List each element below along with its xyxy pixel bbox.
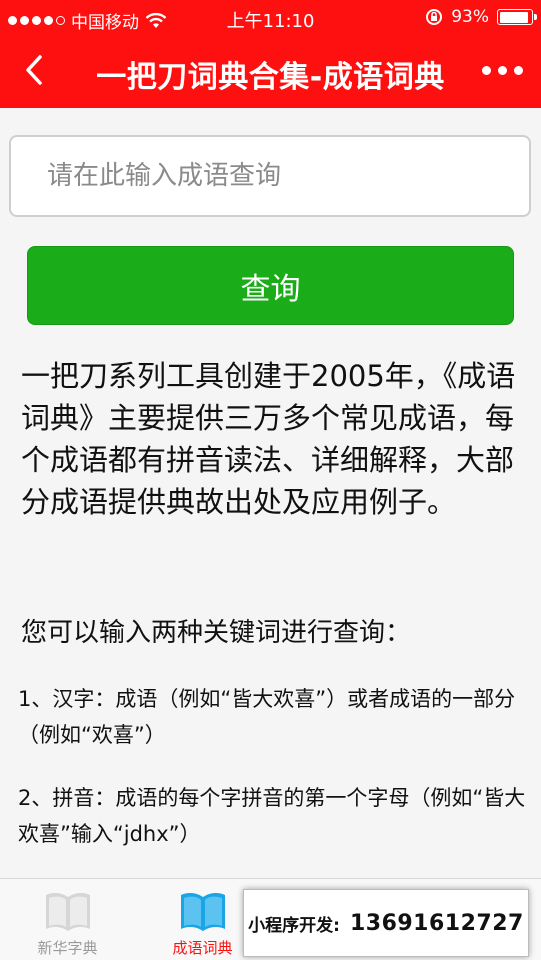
developer-phone: 13691612727	[349, 910, 524, 936]
tip-pinyin: 2、拼音：成语的每个字拼音的第一个字母（例如“皆大欢喜”输入“jdhx”）	[18, 786, 526, 846]
tip-chinese: 1、汉字：成语（例如“皆大欢喜”）或者成语的一部分（例如“欢喜”）	[18, 687, 516, 747]
rotation-lock-icon	[426, 9, 443, 25]
nav-bar: 一把刀词典合集-成语词典	[0, 34, 541, 108]
query-button[interactable]: 查询	[27, 246, 514, 325]
status-bar: 中国移动 上午11:10 93%	[0, 0, 541, 34]
book-icon	[45, 892, 90, 931]
battery-percent: 93%	[451, 7, 489, 27]
page-title: 一把刀词典合集-成语词典	[96, 60, 445, 95]
intro-text: 一把刀系列工具创建于2005年，《成语词典》主要提供三万多个常见成语，每个成语都…	[21, 359, 516, 519]
status-right: 93%	[425, 7, 537, 27]
more-dot-icon	[514, 65, 523, 75]
chevron-left-icon	[26, 55, 42, 85]
battery-icon	[497, 9, 537, 25]
instructions-heading: 您可以输入两种关键词进行查询：	[21, 618, 412, 648]
developer-label: 小程序开发:	[248, 915, 340, 936]
more-menu-button[interactable]	[482, 58, 523, 82]
back-button[interactable]	[14, 48, 54, 92]
tab-xinhua-dictionary[interactable]: 新华字典	[0, 879, 135, 960]
tab-label: 新华字典	[37, 939, 98, 957]
more-dot-icon	[482, 65, 491, 75]
search-box	[9, 135, 531, 217]
more-dot-icon	[498, 65, 507, 75]
developer-contact-banner[interactable]: 小程序开发: 13691612727	[243, 889, 529, 957]
book-icon	[180, 892, 225, 931]
battery-level	[499, 11, 529, 23]
search-input[interactable]	[47, 161, 529, 191]
